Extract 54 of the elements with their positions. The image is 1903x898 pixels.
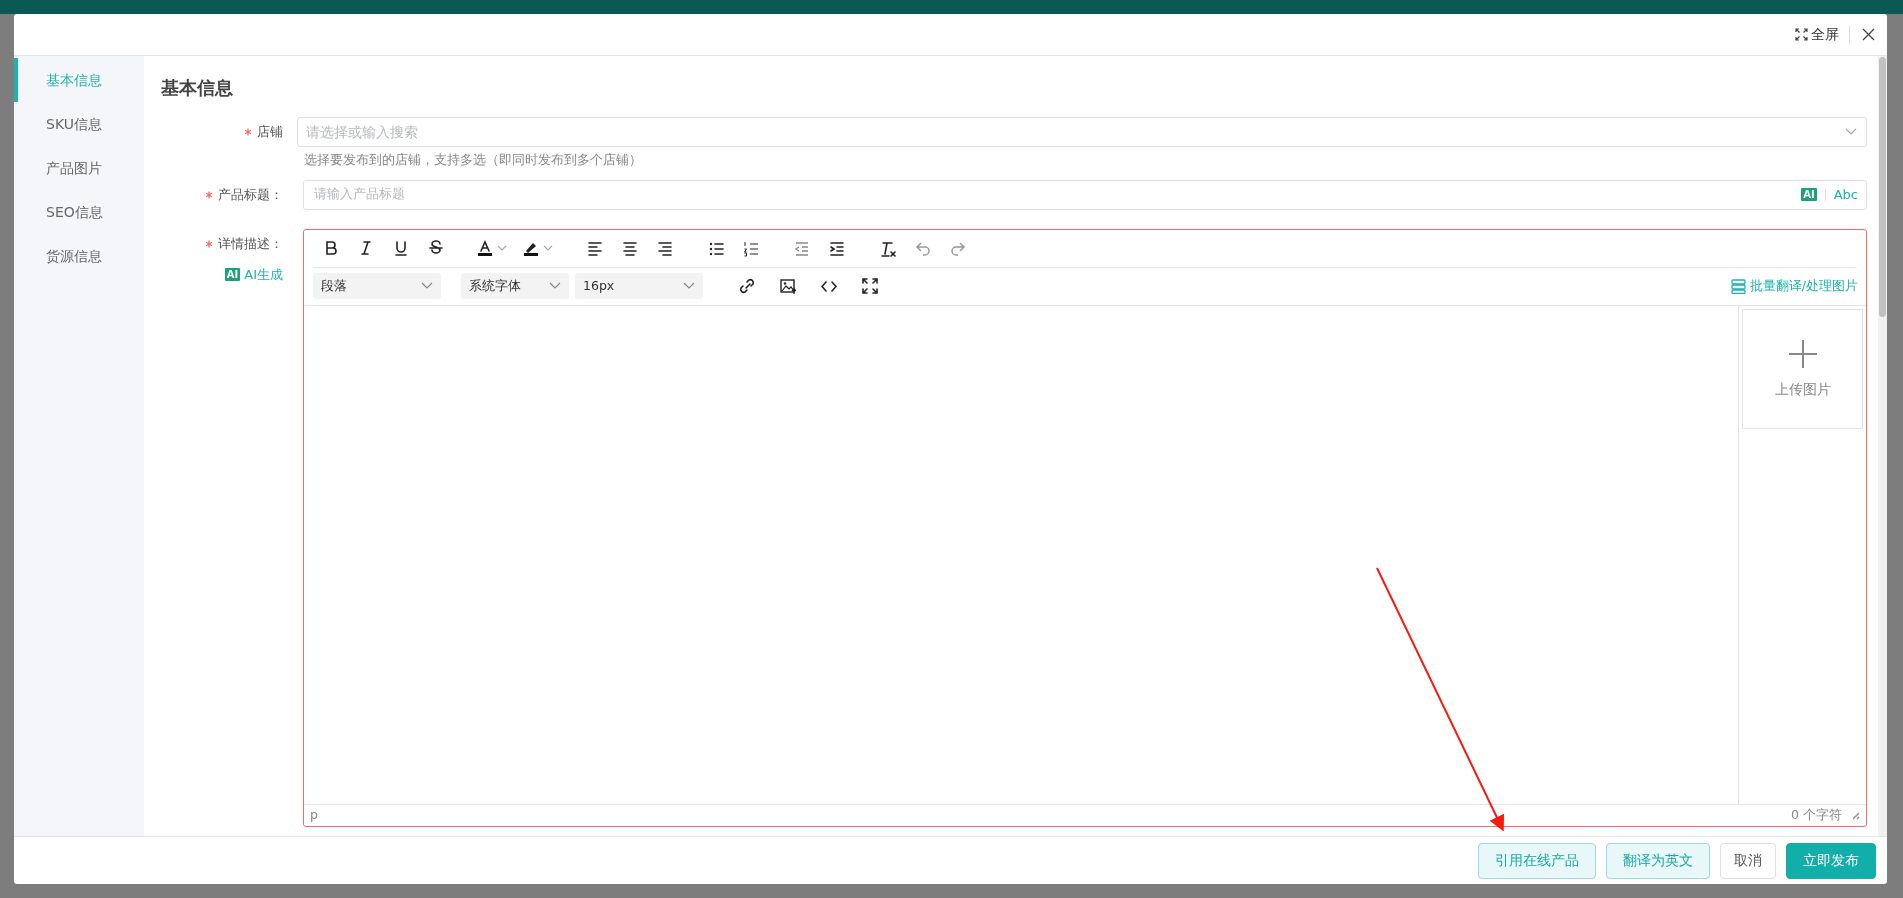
format-select[interactable]: 段落 (313, 273, 441, 300)
undo-icon (914, 239, 931, 257)
caret-icon (497, 245, 507, 252)
field-label: 店铺 (257, 123, 283, 141)
help-text: 选择要发布到的店铺，支持多选（即同时发布到多个店铺） (304, 151, 643, 169)
footer-button[interactable]: 引用在线产品 (1478, 842, 1596, 879)
format-select[interactable]: 16px (575, 273, 703, 300)
text-color-icon (477, 239, 493, 257)
fullscreen-icon (1795, 28, 1808, 41)
resize-handle-icon (1850, 810, 1860, 821)
align-left-icon (586, 239, 603, 257)
sidebar-item[interactable]: SEO信息 (14, 190, 144, 234)
align-center-icon (621, 239, 638, 257)
title-input[interactable]: 请输入产品标题 AI Abc (303, 179, 1867, 210)
chevron-down-icon (683, 282, 695, 291)
image-upload-icon (779, 277, 796, 295)
upload-image-button[interactable]: 上传图片 (1742, 308, 1863, 429)
sidebar-item[interactable]: 基本信息 (14, 58, 144, 102)
character-count: 0 个字符 (1791, 805, 1842, 824)
sidebar-item[interactable]: 货源信息 (14, 234, 144, 278)
server-list-icon (1730, 278, 1746, 294)
footer-button[interactable]: 取消 (1720, 842, 1776, 879)
link-icon (738, 277, 755, 295)
format-select[interactable]: 系统字体 (461, 273, 569, 300)
outdent-icon (793, 239, 810, 257)
ai-badge[interactable]: AI (1801, 188, 1817, 202)
strikethrough-icon (427, 239, 444, 257)
sidebar-item[interactable]: SKU信息 (14, 102, 144, 146)
fullscreen-icon (861, 277, 878, 295)
scrollbar[interactable] (1878, 56, 1887, 836)
field-label: 产品标题： (218, 185, 283, 204)
abc-button[interactable]: Abc (1833, 185, 1858, 205)
clear-format-icon (879, 239, 896, 257)
field-label: 详情描述： (218, 234, 283, 253)
chevron-down-icon (1845, 128, 1857, 136)
element-path: p (310, 805, 318, 824)
caret-icon (543, 245, 553, 252)
close-button[interactable] (1860, 26, 1877, 43)
sidebar-item[interactable]: 产品图片 (14, 146, 144, 190)
footer-button[interactable]: 立即发布 (1786, 842, 1876, 879)
ai-generate-link[interactable]: AI AI生成 (224, 264, 283, 285)
indent-icon (828, 239, 845, 257)
batch-translate-link[interactable]: 批量翻译/处理图片 (1730, 276, 1858, 296)
redo-icon (949, 239, 966, 257)
align-right-icon (656, 239, 673, 257)
underline-icon (392, 239, 409, 257)
store-select[interactable]: 请选择或输入搜索 (297, 117, 1867, 147)
chevron-down-icon (421, 282, 433, 291)
fullscreen-button[interactable]: 全屏 (1795, 24, 1839, 45)
section-title: 基本信息 (161, 76, 234, 100)
footer-button[interactable]: 翻译为英文 (1606, 842, 1710, 879)
numbered-list-icon (742, 239, 759, 257)
chevron-down-icon (549, 282, 561, 291)
plus-icon (1787, 338, 1818, 369)
